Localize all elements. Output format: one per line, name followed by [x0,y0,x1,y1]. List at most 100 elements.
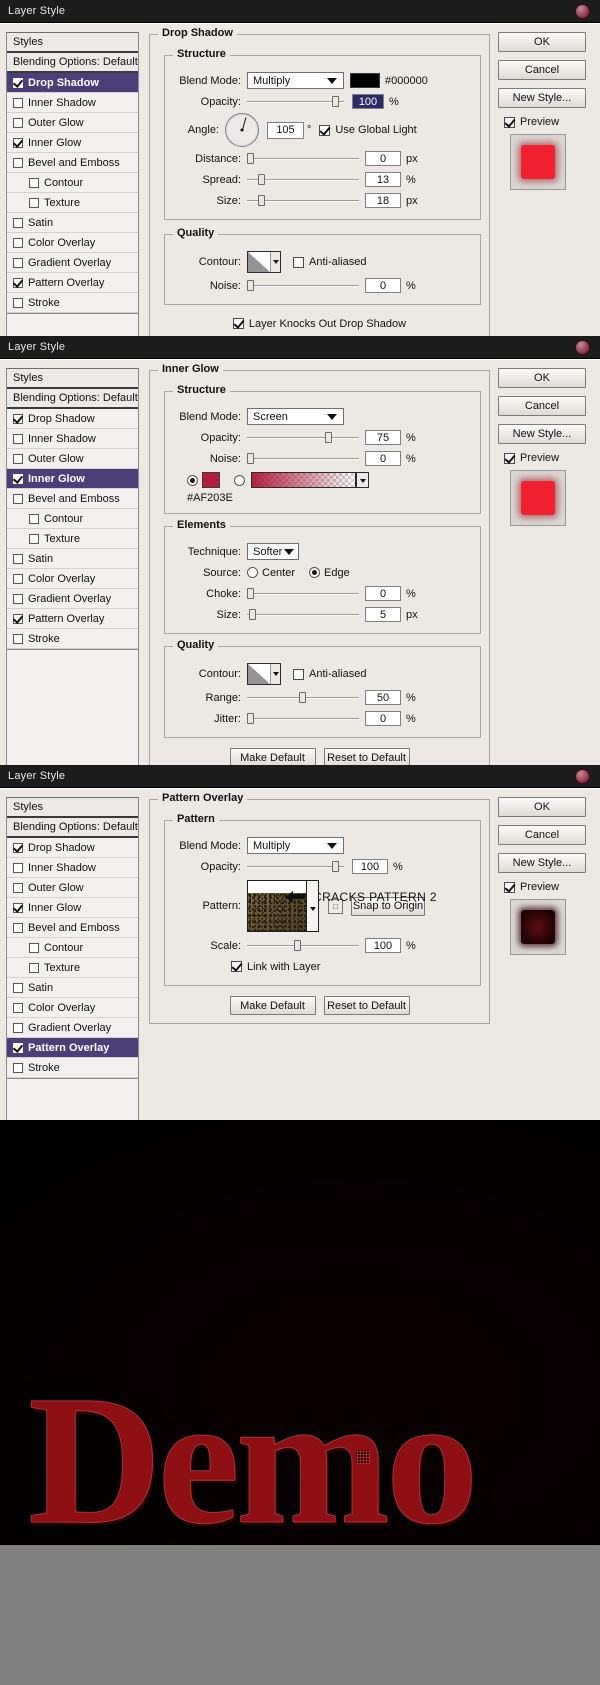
checkbox-icon[interactable] [13,1022,23,1033]
technique-select[interactable]: Softer [247,543,299,560]
slider-thumb[interactable] [247,712,254,724]
checkbox-icon[interactable] [29,197,39,208]
jitter-input[interactable]: 0 [365,711,401,726]
source-edge-radio[interactable] [309,567,321,578]
link-with-layer-checkbox[interactable] [231,961,242,972]
style-row-bevel-and-emboss[interactable]: Bevel and Emboss [7,918,138,938]
styles-header[interactable]: Styles [7,798,138,818]
chevron-down-icon[interactable] [269,664,280,684]
style-row-satin[interactable]: Satin [7,978,138,998]
checkbox-icon[interactable] [13,593,23,604]
style-row-drop-shadow[interactable]: Drop Shadow [7,409,138,429]
source-center-radio[interactable] [247,567,258,578]
scale-input[interactable]: 100 [365,938,401,953]
make-default-button[interactable]: Make Default [229,996,316,1015]
checkbox-icon[interactable] [13,1042,23,1053]
slider-thumb[interactable] [258,194,266,206]
preview-checkbox[interactable] [504,452,515,464]
layer-knocks-out-checkbox[interactable] [232,318,244,329]
size-slider[interactable] [247,194,359,208]
cancel-button[interactable]: Cancel [498,60,586,80]
checkbox-icon[interactable] [29,513,39,524]
style-row-outer-glow[interactable]: Outer Glow [7,113,138,133]
ok-button[interactable]: OK [498,368,586,388]
chevron-down-icon[interactable] [356,472,369,488]
checkbox-icon[interactable] [13,842,23,853]
ok-button[interactable]: OK [498,32,586,52]
checkbox-icon[interactable] [13,157,23,168]
preview-checkbox[interactable] [504,881,515,893]
style-row-inner-shadow[interactable]: Inner Shadow [7,858,138,878]
style-row-pattern-overlay[interactable]: Pattern Overlay [7,273,138,293]
checkbox-icon[interactable] [13,257,23,268]
styles-list[interactable]: Styles Blending Options: Default Drop Sh… [6,797,139,1079]
distance-slider[interactable] [247,152,359,166]
scale-slider[interactable] [247,939,359,953]
checkbox-icon[interactable] [13,473,23,484]
slider-thumb[interactable] [247,152,254,164]
checkbox-icon[interactable] [13,217,23,228]
noise-slider[interactable] [247,279,359,293]
slider-thumb[interactable] [298,691,306,703]
range-input[interactable]: 50 [365,690,401,705]
glow-color-radio[interactable] [187,474,198,486]
style-row-stroke[interactable]: Stroke [7,293,138,313]
contour-preset-picker[interactable] [247,251,281,273]
new-style-button[interactable]: New Style... [498,88,586,108]
opacity-input[interactable]: 100 [352,859,388,874]
style-row-texture[interactable]: Texture [7,529,138,549]
use-global-light-checkbox[interactable] [319,124,331,136]
slider-thumb[interactable] [247,452,254,464]
slider-thumb[interactable] [247,587,254,599]
checkbox-icon[interactable] [29,177,39,188]
style-row-inner-glow[interactable]: Inner Glow [7,133,138,153]
style-row-contour[interactable]: Contour [7,509,138,529]
slider-thumb[interactable] [249,608,257,620]
style-row-gradient-overlay[interactable]: Gradient Overlay [7,1018,138,1038]
angle-input[interactable]: 105 [267,121,304,139]
new-style-button[interactable]: New Style... [498,424,586,444]
style-row-bevel-and-emboss[interactable]: Bevel and Emboss [7,153,138,173]
reset-to-default-button[interactable]: Reset to Default [323,996,410,1015]
range-slider[interactable] [247,691,359,705]
checkbox-icon[interactable] [13,902,23,913]
checkbox-icon[interactable] [29,942,39,953]
opacity-slider[interactable] [247,860,344,874]
slider-thumb[interactable] [325,431,333,443]
style-row-satin[interactable]: Satin [7,549,138,569]
shadow-color-swatch[interactable] [350,73,380,88]
style-row-inner-glow[interactable]: Inner Glow [7,469,138,489]
spread-slider[interactable] [247,173,359,187]
noise-input[interactable]: 0 [365,278,401,293]
slider-thumb[interactable] [332,860,340,872]
style-row-color-overlay[interactable]: Color Overlay [7,569,138,589]
opacity-input[interactable]: 75 [365,430,401,445]
distance-input[interactable]: 0 [365,151,401,166]
glow-gradient-picker[interactable] [251,472,369,488]
slider-thumb[interactable] [247,279,254,291]
checkbox-icon[interactable] [13,433,23,444]
checkbox-icon[interactable] [13,297,23,308]
style-row-drop-shadow[interactable]: Drop Shadow [7,838,138,858]
style-row-gradient-overlay[interactable]: Gradient Overlay [7,589,138,609]
checkbox-icon[interactable] [13,97,23,108]
slider-thumb[interactable] [258,173,266,185]
style-row-gradient-overlay[interactable]: Gradient Overlay [7,253,138,273]
contour-preset-picker[interactable] [247,663,281,685]
noise-slider[interactable] [247,452,359,466]
style-row-inner-shadow[interactable]: Inner Shadow [7,429,138,449]
style-row-bevel-and-emboss[interactable]: Bevel and Emboss [7,489,138,509]
glow-gradient-radio[interactable] [234,474,245,486]
angle-dial[interactable] [225,113,259,147]
opacity-input[interactable]: 100 [352,94,384,109]
checkbox-icon[interactable] [13,277,23,288]
size-slider[interactable] [247,608,359,622]
opacity-slider[interactable] [247,431,359,445]
blend-mode-select[interactable]: Multiply [247,72,344,89]
styles-header[interactable]: Styles [7,369,138,389]
styles-header[interactable]: Styles [7,33,138,53]
opacity-slider[interactable] [247,95,344,109]
anti-aliased-checkbox[interactable] [293,668,304,680]
style-row-pattern-overlay[interactable]: Pattern Overlay [7,609,138,629]
ok-button[interactable]: OK [498,797,586,817]
